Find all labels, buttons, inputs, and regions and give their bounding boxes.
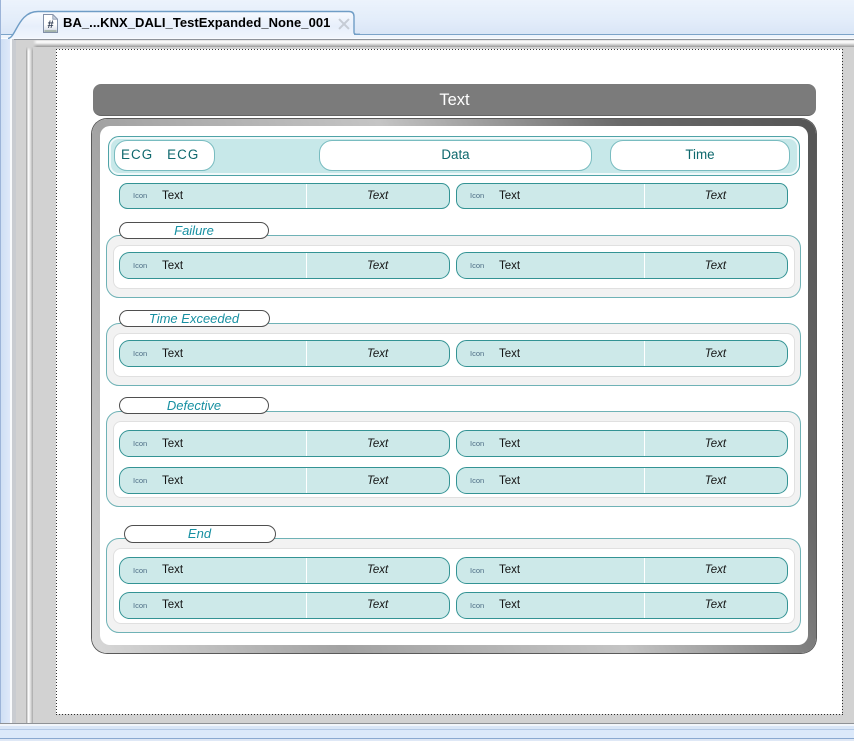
svg-text:#: # [47, 19, 53, 31]
